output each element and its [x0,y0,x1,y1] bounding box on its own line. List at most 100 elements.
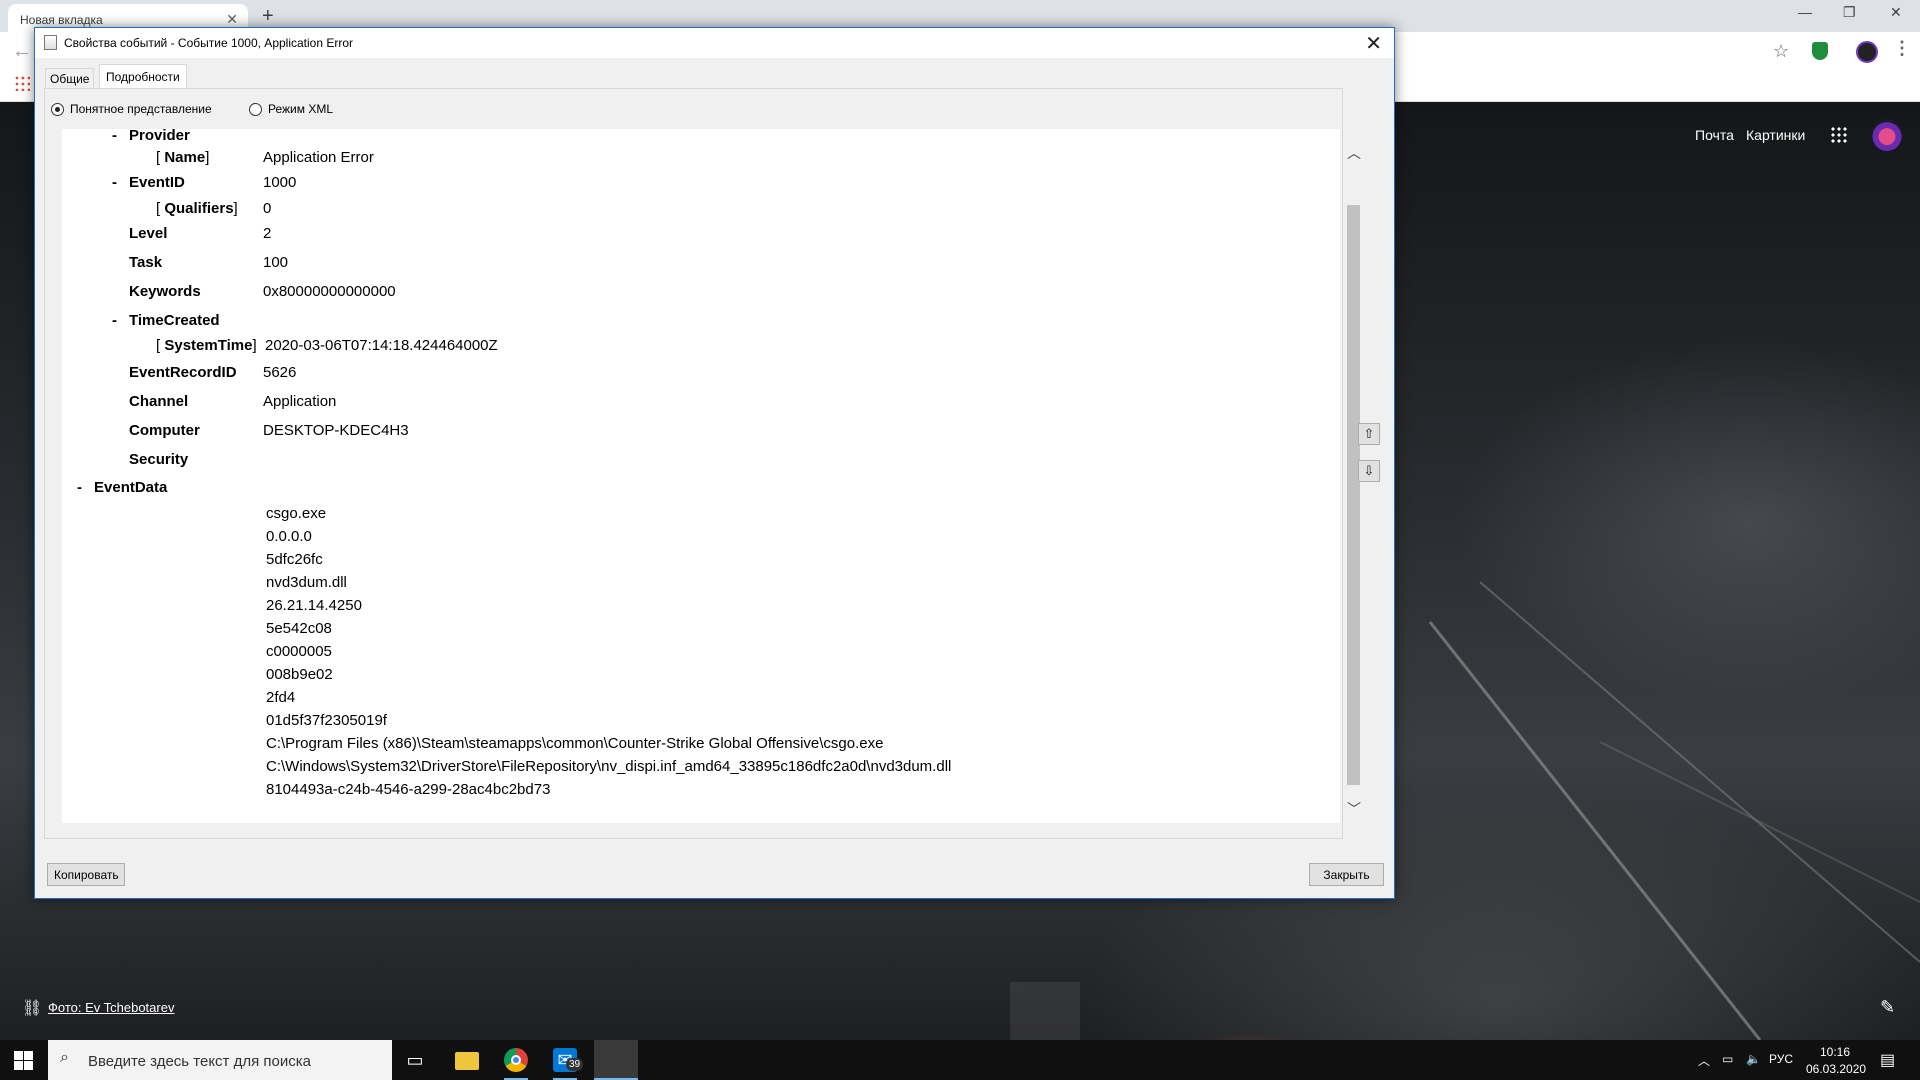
clock-time[interactable]: 10:16 [1820,1045,1850,1059]
network-icon[interactable]: ▭ [1722,1052,1733,1066]
copy-button[interactable]: Копировать [47,863,125,886]
close-button[interactable]: Закрыть [1309,863,1384,886]
friendly-view-label: Понятное представление [70,102,212,116]
friendly-view-radio[interactable]: Понятное представление [51,102,212,116]
account-avatar[interactable] [1871,119,1903,151]
mail-unread-badge: 39 [566,1058,584,1071]
event-viewer-icon [44,35,57,50]
eventdata-item: 5dfc26fc [266,551,323,568]
eventdata-item: C:\Program Files (x86)\Steam\steamapps\c… [266,735,884,752]
task-view-icon[interactable]: ▭ [403,1048,427,1072]
scroll-down-icon[interactable]: ﹀ [1347,799,1361,819]
name-label: Name [164,149,206,166]
browser-menu-icon[interactable]: ⋮ [1893,38,1911,59]
chrome-icon-center [511,1055,521,1065]
customize-pencil-icon[interactable]: ✎ [1880,997,1895,1018]
eventdata-item: 26.21.14.4250 [266,597,362,614]
apps-grid-icon[interactable] [14,75,30,91]
collapse-toggle[interactable]: - [112,129,117,144]
event-details-view[interactable]: - Provider [ Name] Application Error - E… [62,129,1340,823]
file-explorer-icon[interactable] [455,1052,479,1070]
clock-date[interactable]: 06.03.2020 [1806,1062,1866,1076]
windows-start-icon[interactable] [14,1051,33,1070]
chrome-icon[interactable] [504,1048,528,1072]
channel-value: Application [263,393,337,410]
eventdata-label: EventData [94,479,168,496]
event-properties-dialog: Свойства событий - Событие 1000, Applica… [34,27,1395,899]
computer-label: Computer [129,422,200,439]
next-event-button[interactable]: ⇩ [1358,460,1380,482]
qualifiers-value: 0 [263,200,272,217]
restore-icon[interactable]: ❐ [1843,4,1856,21]
notifications-icon[interactable]: ▤ [1880,1050,1895,1070]
eventid-value: 1000 [263,174,297,191]
google-apps-icon[interactable] [1830,126,1848,144]
dialog-close-icon[interactable]: ✕ [1365,31,1382,56]
eventdata-item: 008b9e02 [266,666,333,683]
dialog-titlebar: Свойства событий - Событие 1000, Applica… [35,28,1394,58]
taskbar: ⌕ Введите здесь текст для поиска ▭ ✉ [0,1040,1920,1080]
profile-avatar[interactable] [1856,41,1878,63]
close-tab-icon[interactable]: ✕ [226,11,238,28]
search-placeholder: Введите здесь текст для поиска [88,1053,311,1070]
name-attr: [ Name] [156,149,210,166]
qualifiers-label: Qualifiers [164,200,234,217]
collapse-toggle[interactable]: - [77,479,82,496]
eventdata-item: 0.0.0.0 [266,528,312,545]
images-link[interactable]: Картинки [1746,127,1805,143]
eventdata-item: nvd3dum.dll [266,574,347,591]
scrollbar-thumb[interactable] [1347,205,1360,785]
eventdata-item: c0000005 [266,643,332,660]
back-arrow-icon[interactable]: ← [12,40,32,63]
eventid-label: EventID [129,174,185,191]
computer-value: DESKTOP-KDEC4H3 [263,422,409,439]
taskbar-search[interactable]: ⌕ Введите здесь текст для поиска [48,1040,392,1080]
event-viewer-taskbar-button[interactable] [594,1040,638,1080]
recordid-value: 5626 [263,364,297,381]
recordid-label: EventRecordID [129,364,237,381]
photo-credit-link[interactable]: Фото: Ev Tchebotarev [48,1000,174,1015]
previous-event-button[interactable]: ⇧ [1358,423,1380,445]
browser-tab-title: Новая вкладка [20,13,103,27]
collapse-toggle[interactable]: - [112,312,117,329]
link-icon: ⛓ [22,1000,43,1017]
eventdata-item: csgo.exe [266,505,327,522]
eventdata-item: C:\Windows\System32\DriverStore\FileRepo… [266,758,952,775]
tray-chevron-icon[interactable]: ︿ [1698,1052,1710,1069]
radio-unselected-indicator [249,103,262,116]
timecreated-label: TimeCreated [129,312,220,329]
name-value: Application Error [263,149,374,166]
eventdata-item: 5e542c08 [266,620,332,637]
tab-details[interactable]: Подробности [99,64,187,89]
new-tab-icon[interactable]: + [262,5,274,28]
systemtime-attr: [ SystemTime] [156,337,257,354]
gmail-link[interactable]: Почта [1695,127,1734,143]
task-value: 100 [263,254,289,271]
systemtime-label: SystemTime [164,337,253,354]
collapse-toggle[interactable]: - [112,174,117,191]
dialog-title: Свойства событий - Событие 1000, Applica… [64,36,354,50]
eventdata-item: 8104493a-c24b-4546-a299-28ac4bc2bd73 [266,781,551,798]
tab-general[interactable]: Общие [45,68,95,88]
qualifiers-attr: [ Qualifiers] [156,200,238,217]
xml-view-radio[interactable]: Режим XML [249,102,333,116]
security-label: Security [129,451,189,468]
eventdata-item: 2fd4 [266,689,296,706]
scroll-up-icon[interactable]: ︿ [1347,143,1361,163]
keywords-label: Keywords [129,283,201,300]
search-icon: ⌕ [60,1049,69,1066]
minimize-icon[interactable]: — [1798,4,1812,20]
level-label: Level [129,225,168,242]
bookmark-star-icon[interactable]: ☆ [1773,41,1789,62]
channel-label: Channel [129,393,189,410]
language-indicator[interactable]: РУС [1769,1052,1793,1066]
eventdata-item: 01d5f37f2305019f [266,712,387,729]
extension-shield-icon[interactable] [1812,42,1828,60]
level-value: 2 [263,225,272,242]
systemtime-value: 2020-03-06T07:14:18.424464000Z [265,337,498,354]
provider-label: Provider [129,129,190,144]
volume-icon[interactable]: 🔈 [1746,1052,1761,1066]
window-close-icon[interactable]: ✕ [1890,4,1902,21]
xml-view-label: Режим XML [268,102,334,116]
keywords-value: 0x80000000000000 [263,283,396,300]
